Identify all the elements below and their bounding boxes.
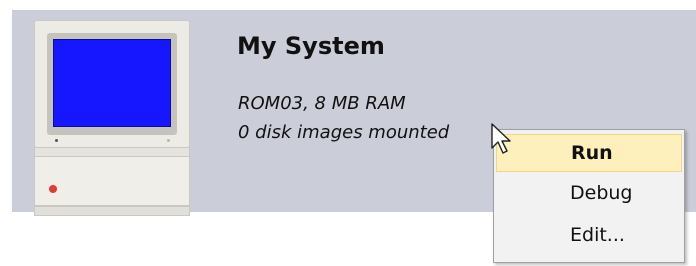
menu-item-edit[interactable]: Edit... [496, 217, 682, 255]
computer-base-foot [34, 206, 190, 216]
indicator-icon [167, 139, 170, 142]
menu-item-label: Edit... [570, 224, 625, 246]
monitor-screen [53, 39, 171, 127]
system-disk-count: 0 disk images mounted [238, 122, 450, 143]
menu-item-debug[interactable]: Debug [496, 175, 682, 213]
monitor-neck [34, 148, 190, 156]
mouse-pointer-icon [491, 123, 511, 154]
monitor [34, 20, 190, 148]
context-menu: Run Debug Edit... [493, 129, 685, 263]
menu-item-label: Debug [570, 182, 633, 204]
menu-item-run[interactable]: Run [496, 134, 682, 172]
power-led-icon [55, 139, 58, 142]
computer-icon [34, 20, 190, 216]
monitor-bezel [47, 33, 177, 135]
computer-base [34, 156, 190, 206]
system-rom-ram: ROM03, 8 MB RAM [238, 93, 406, 114]
system-name: My System [237, 32, 385, 60]
menu-item-label: Run [571, 142, 613, 164]
apple-logo-icon [49, 185, 57, 193]
